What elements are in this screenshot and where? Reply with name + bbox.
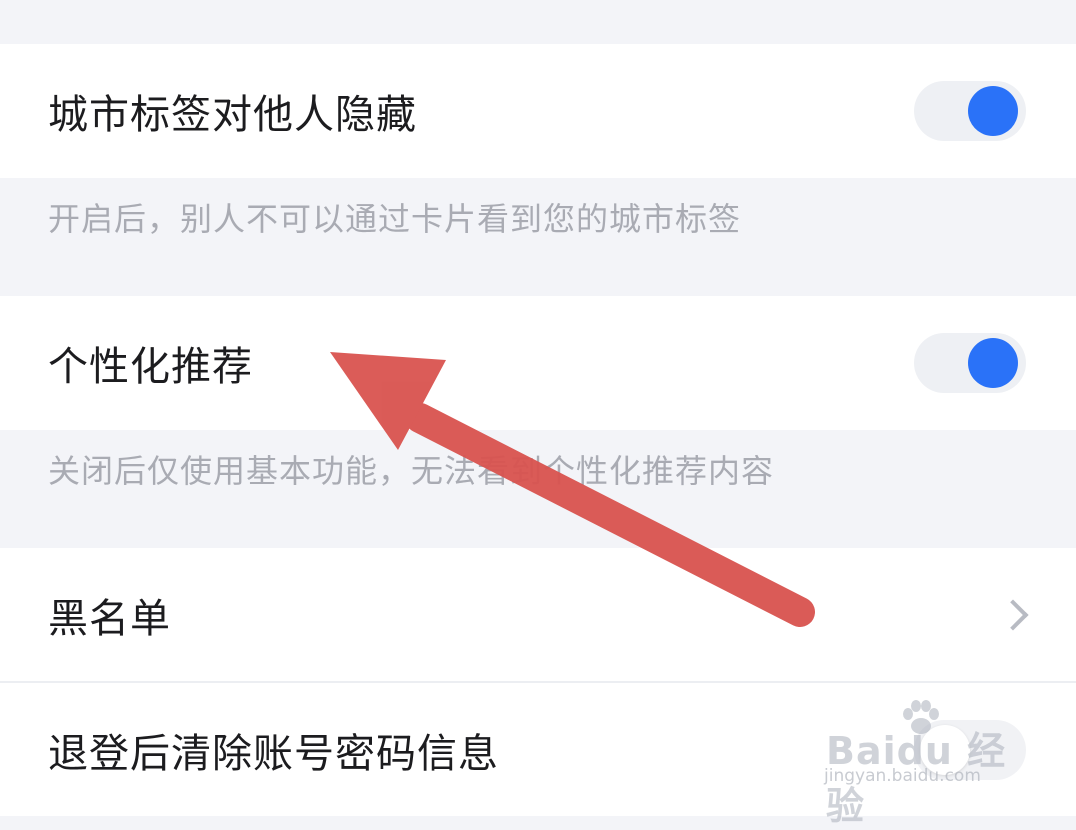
watermark-url: jingyan.baidu.com xyxy=(824,766,981,786)
annotation-arrow-icon xyxy=(330,352,815,627)
baidu-watermark: Baidu 经验 jingyan.baidu.com xyxy=(820,700,1030,828)
